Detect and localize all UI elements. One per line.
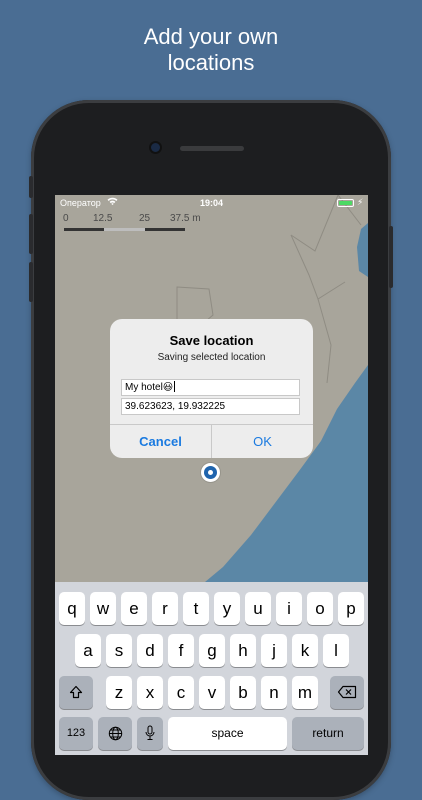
dialog-buttons: Cancel OK [110, 424, 313, 458]
dialog-title: Save location [169, 333, 254, 348]
location-pin-icon[interactable] [201, 463, 220, 482]
globe-key[interactable] [98, 717, 132, 750]
key-i[interactable]: i [276, 592, 302, 625]
shift-icon [69, 685, 83, 699]
location-name-value: My hotel😃 [125, 382, 174, 393]
key-x[interactable]: x [137, 676, 163, 709]
backspace-icon [337, 685, 357, 699]
key-y[interactable]: y [214, 592, 240, 625]
save-location-dialog: Save location Saving selected location M… [110, 319, 313, 458]
key-d[interactable]: d [137, 634, 163, 667]
key-h[interactable]: h [230, 634, 256, 667]
ok-button[interactable]: OK [212, 425, 313, 458]
space-key[interactable]: space [168, 717, 287, 750]
headline-line-2: locations [167, 50, 255, 75]
microphone-icon [145, 725, 155, 741]
headline-line-1: Add your own [143, 24, 279, 49]
key-o[interactable]: o [307, 592, 333, 625]
charging-icon: ⚡ [357, 197, 364, 207]
cancel-button[interactable]: Cancel [110, 425, 211, 458]
scale-label-2: 25 [139, 213, 151, 224]
battery-icon [337, 199, 354, 207]
map-scale-labels: 0 12.5 25 37.5 m [55, 213, 368, 225]
map-scale-bar [64, 228, 185, 231]
key-c[interactable]: c [168, 676, 194, 709]
scale-label-3: 37.5 m [170, 213, 201, 224]
location-name-input[interactable]: My hotel😃 [121, 379, 300, 396]
key-l[interactable]: l [323, 634, 349, 667]
phone-power-button [389, 226, 393, 288]
globe-icon [108, 726, 122, 740]
keyboard: q w e r t y u i o p a s d f g h j k l z … [55, 582, 368, 755]
dialog-subtitle: Saving selected location [157, 352, 266, 363]
phone-volume-up [29, 214, 33, 254]
key-p[interactable]: p [338, 592, 364, 625]
key-t[interactable]: t [183, 592, 209, 625]
backspace-key[interactable] [330, 676, 364, 709]
status-time: 19:04 [199, 198, 224, 208]
coordinates-value: 39.623623, 19.932225 [125, 401, 226, 412]
front-camera [151, 143, 160, 152]
phone-mute-switch [29, 176, 33, 198]
phone-screen: Оператор 19:04 ⚡ 0 12.5 25 37.5 m Save l… [55, 195, 368, 755]
key-u[interactable]: u [245, 592, 271, 625]
key-j[interactable]: j [261, 634, 287, 667]
phone-volume-down [29, 262, 33, 302]
return-key[interactable]: return [292, 717, 364, 750]
key-e[interactable]: e [121, 592, 147, 625]
promo-headline: Add your own locations [0, 24, 422, 76]
key-w[interactable]: w [90, 592, 116, 625]
shift-key[interactable] [59, 676, 93, 709]
key-a[interactable]: a [75, 634, 101, 667]
key-v[interactable]: v [199, 676, 225, 709]
coordinates-input[interactable]: 39.623623, 19.932225 [121, 398, 300, 415]
key-b[interactable]: b [230, 676, 256, 709]
text-caret [174, 381, 176, 392]
key-f[interactable]: f [168, 634, 194, 667]
numbers-key[interactable]: 123 [59, 717, 93, 750]
key-z[interactable]: z [106, 676, 132, 709]
key-m[interactable]: m [292, 676, 318, 709]
key-g[interactable]: g [199, 634, 225, 667]
dictation-key[interactable] [137, 717, 163, 750]
key-r[interactable]: r [152, 592, 178, 625]
earpiece-speaker [180, 146, 244, 151]
key-s[interactable]: s [106, 634, 132, 667]
key-k[interactable]: k [292, 634, 318, 667]
key-q[interactable]: q [59, 592, 85, 625]
status-bar: Оператор 19:04 ⚡ [55, 195, 368, 211]
scale-label-1: 12.5 [93, 213, 113, 224]
key-n[interactable]: n [261, 676, 287, 709]
scale-label-0: 0 [63, 213, 69, 224]
